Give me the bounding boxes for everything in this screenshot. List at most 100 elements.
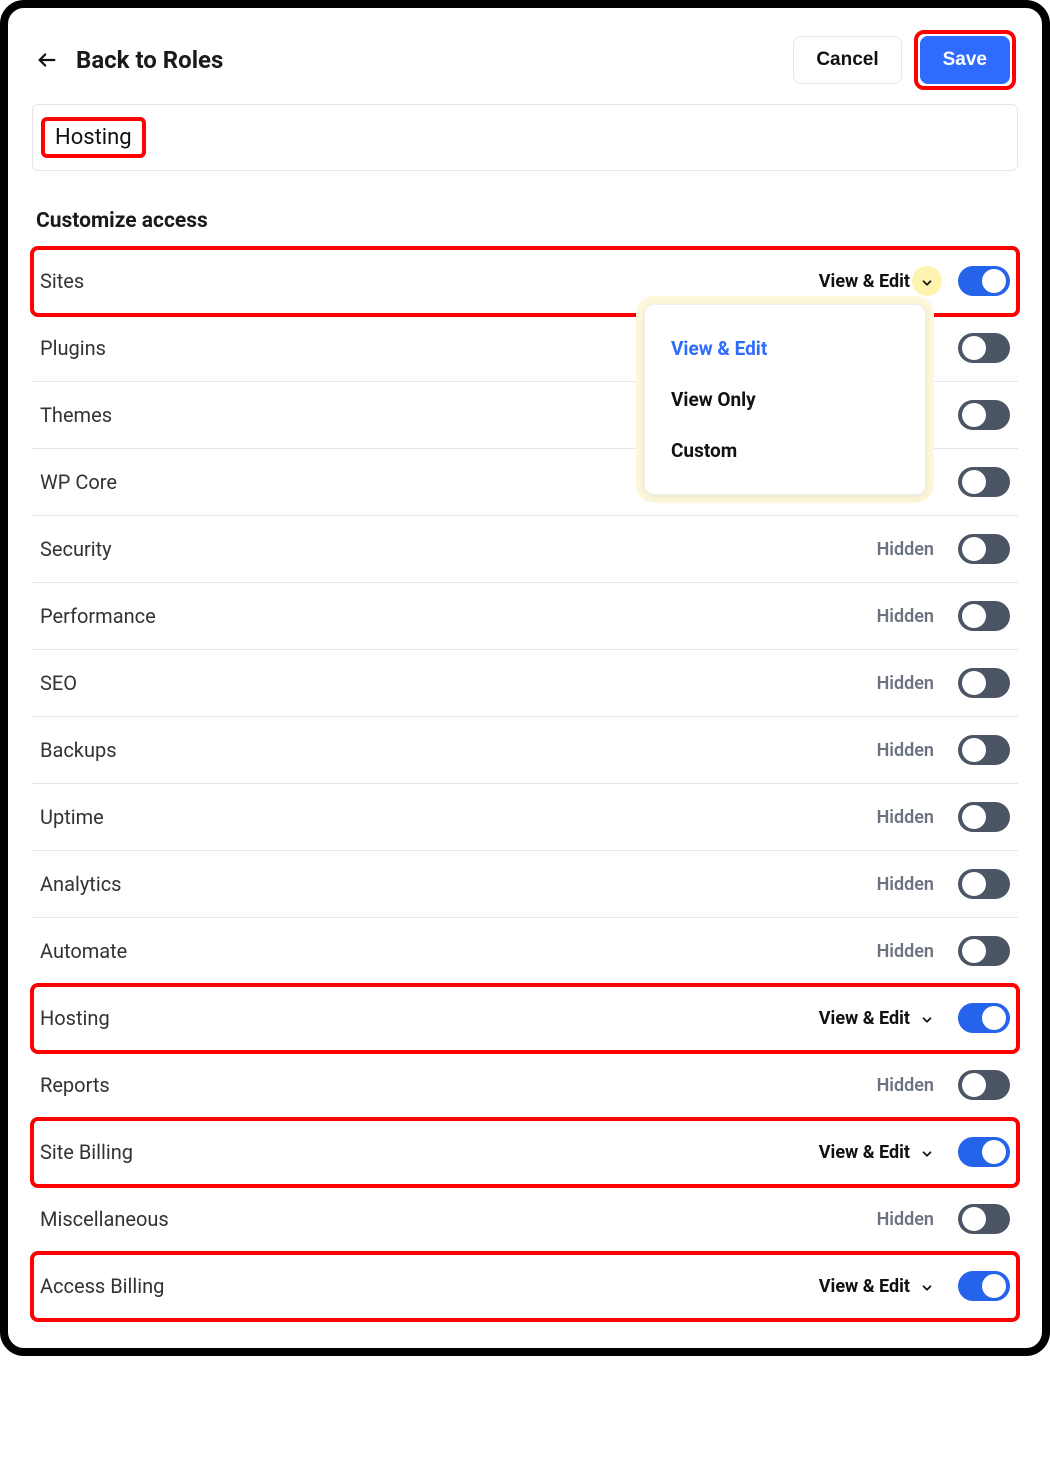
- access-row-controls: View & Edit: [819, 1271, 1010, 1301]
- access-mode-select[interactable]: View & Edit: [819, 271, 934, 292]
- toggle-knob: [982, 269, 1006, 293]
- access-row-miscellaneous: Miscellaneous Hidden: [32, 1186, 1018, 1253]
- save-highlight: Save: [916, 32, 1014, 88]
- access-row-label: Miscellaneous: [40, 1207, 169, 1231]
- access-mode-label: Hidden: [877, 807, 934, 828]
- toggle-switch[interactable]: [958, 601, 1010, 631]
- toggle-knob: [962, 336, 986, 360]
- back-to-roles-link[interactable]: Back to Roles: [36, 46, 223, 74]
- access-mode-label: Hidden: [877, 1075, 934, 1096]
- cancel-button[interactable]: Cancel: [793, 36, 901, 84]
- access-row-security: Security Hidden: [32, 516, 1018, 583]
- access-mode-label: Hidden: [877, 874, 934, 895]
- chevron-down-icon[interactable]: [920, 1279, 934, 1293]
- toggle-knob: [962, 671, 986, 695]
- access-mode-label: Hidden: [877, 941, 934, 962]
- role-name-value: Hosting: [55, 125, 132, 150]
- toggle-switch[interactable]: [958, 735, 1010, 765]
- toggle-knob: [962, 1073, 986, 1097]
- access-row-label: Analytics: [40, 872, 122, 896]
- access-row-uptime: Uptime Hidden: [32, 784, 1018, 851]
- access-row-label: Sites: [40, 269, 84, 293]
- toggle-switch[interactable]: [958, 400, 1010, 430]
- toggle-switch[interactable]: [958, 1204, 1010, 1234]
- toggle-knob: [982, 1006, 1006, 1030]
- save-button[interactable]: Save: [920, 36, 1010, 84]
- access-row-seo: SEO Hidden: [32, 650, 1018, 717]
- back-label: Back to Roles: [76, 46, 223, 74]
- access-list: Sites View & Edit View & EditView OnlyCu…: [32, 247, 1018, 1320]
- toggle-switch[interactable]: [958, 668, 1010, 698]
- toggle-switch[interactable]: [958, 1271, 1010, 1301]
- access-dropdown: View & EditView OnlyCustom: [644, 304, 926, 495]
- toggle-knob: [962, 470, 986, 494]
- access-mode-select[interactable]: View & Edit: [819, 1008, 934, 1029]
- access-mode-label: View & Edit: [819, 1008, 910, 1029]
- dropdown-option[interactable]: View & Edit: [645, 323, 925, 374]
- toggle-switch[interactable]: [958, 936, 1010, 966]
- toggle-knob: [982, 1274, 1006, 1298]
- toggle-switch[interactable]: [958, 1137, 1010, 1167]
- toggle-switch[interactable]: [958, 534, 1010, 564]
- toggle-knob: [962, 1207, 986, 1231]
- toggle-switch[interactable]: [958, 333, 1010, 363]
- chevron-down-icon[interactable]: [920, 1145, 934, 1159]
- toggle-switch[interactable]: [958, 467, 1010, 497]
- access-mode-select[interactable]: View & Edit: [819, 1142, 934, 1163]
- chevron-down-icon[interactable]: [912, 266, 942, 296]
- access-row-reports: Reports Hidden: [32, 1052, 1018, 1119]
- access-row-performance: Performance Hidden: [32, 583, 1018, 650]
- toggle-knob: [962, 872, 986, 896]
- access-row-backups: Backups Hidden: [32, 717, 1018, 784]
- toggle-switch[interactable]: [958, 1070, 1010, 1100]
- toggle-knob: [962, 604, 986, 628]
- access-mode-label: Hidden: [877, 673, 934, 694]
- toggle-knob: [962, 939, 986, 963]
- arrow-left-icon: [36, 49, 58, 71]
- role-name-input[interactable]: Hosting: [32, 104, 1018, 171]
- toggle-switch[interactable]: [958, 266, 1010, 296]
- dropdown-option[interactable]: View Only: [645, 374, 925, 425]
- access-row-label: Automate: [40, 939, 127, 963]
- access-row-label: WP Core: [40, 470, 117, 494]
- access-row-controls: Hidden: [877, 735, 1010, 765]
- toggle-knob: [962, 805, 986, 829]
- role-name-field-wrap: Hosting: [32, 104, 1018, 171]
- access-row-label: Performance: [40, 604, 156, 628]
- access-row-label: Hosting: [40, 1006, 110, 1030]
- access-row-controls: View & Edit: [819, 1003, 1010, 1033]
- access-row-label: Site Billing: [40, 1140, 133, 1164]
- toggle-switch[interactable]: [958, 869, 1010, 899]
- access-row-controls: Hidden: [877, 1204, 1010, 1234]
- toggle-knob: [982, 1140, 1006, 1164]
- access-row-controls: Hidden: [877, 668, 1010, 698]
- access-row-label: Plugins: [40, 336, 106, 360]
- access-row-label: Reports: [40, 1073, 110, 1097]
- chevron-down-icon[interactable]: [920, 1011, 934, 1025]
- access-row-controls: Hidden: [877, 601, 1010, 631]
- access-mode-label: View & Edit: [819, 1142, 910, 1163]
- access-row-access-billing: Access Billing View & Edit: [32, 1253, 1018, 1320]
- access-row-label: Backups: [40, 738, 117, 762]
- section-title: Customize access: [36, 209, 1018, 233]
- access-row-automate: Automate Hidden: [32, 918, 1018, 985]
- toggle-knob: [962, 537, 986, 561]
- access-row-label: SEO: [40, 671, 77, 695]
- toggle-switch[interactable]: [958, 1003, 1010, 1033]
- toggle-switch[interactable]: [958, 802, 1010, 832]
- access-row-label: Security: [40, 537, 112, 561]
- access-row-analytics: Analytics Hidden: [32, 851, 1018, 918]
- access-row-label: Themes: [40, 403, 112, 427]
- access-mode-label: Hidden: [877, 539, 934, 560]
- access-mode-label: Hidden: [877, 1209, 934, 1230]
- access-mode-label: View & Edit: [819, 271, 910, 292]
- access-row-controls: Hidden: [877, 936, 1010, 966]
- header: Back to Roles Cancel Save: [32, 32, 1018, 104]
- dropdown-option[interactable]: Custom: [645, 425, 925, 476]
- access-mode-label: Hidden: [877, 740, 934, 761]
- access-mode-label: Hidden: [877, 606, 934, 627]
- access-row-controls: Hidden: [877, 534, 1010, 564]
- access-row-controls: View & Edit: [819, 266, 1010, 296]
- access-mode-select[interactable]: View & Edit: [819, 1276, 934, 1297]
- header-actions: Cancel Save: [793, 32, 1014, 88]
